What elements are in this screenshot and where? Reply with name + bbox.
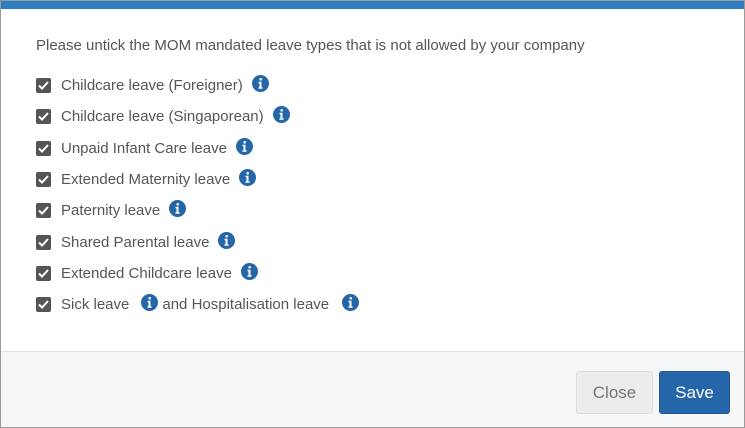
checkbox-extended-childcare[interactable]: [36, 265, 51, 281]
leave-label: Childcare leave (Foreigner): [61, 77, 243, 95]
checkbox-extended-maternity[interactable]: [36, 172, 51, 188]
dialog-header-bar: [1, 1, 744, 9]
info-icon[interactable]: [239, 169, 257, 187]
instruction-text: Please untick the MOM mandated leave typ…: [36, 37, 585, 54]
leave-row-childcare-singaporean: Childcare leave (Singaporean): [36, 101, 359, 132]
checkbox-paternity[interactable]: [36, 203, 51, 219]
hospitalisation-leave-label: and Hospitalisation leave: [162, 296, 330, 314]
save-button[interactable]: Save: [659, 371, 730, 414]
leave-label: Shared Parental leave: [61, 233, 210, 251]
leave-types-dialog: Please untick the MOM mandated leave typ…: [0, 0, 745, 428]
hospitalisation-info-icon[interactable]: [342, 294, 360, 312]
leave-row-extended-childcare: Extended Childcare leave: [36, 258, 359, 289]
leave-type-list: Childcare leave (Foreigner) Childcare le…: [36, 70, 360, 320]
leave-row-paternity: Paternity leave: [36, 195, 359, 226]
info-icon[interactable]: [272, 106, 290, 124]
checkbox-childcare-foreigner[interactable]: [36, 78, 51, 94]
info-icon[interactable]: [251, 75, 269, 93]
close-button[interactable]: Close: [576, 371, 653, 414]
leave-row-extended-maternity: Extended Maternity leave: [36, 164, 359, 195]
leave-label: Unpaid Infant Care leave: [61, 139, 227, 157]
leave-label: Extended Maternity leave: [61, 171, 231, 189]
info-icon[interactable]: [235, 137, 253, 155]
leave-label: Extended Childcare leave: [61, 264, 232, 282]
checkbox-unpaid-infant-care[interactable]: [36, 140, 51, 156]
checkbox-childcare-singaporean[interactable]: [36, 109, 51, 125]
checkbox-sick-hospitalisation[interactable]: [36, 297, 51, 313]
leave-label: Paternity leave: [61, 202, 161, 220]
leave-row-shared-parental: Shared Parental leave: [36, 226, 359, 257]
leave-row-sick-hospitalisation: Sick leave and Hospitalisation leave: [36, 289, 360, 320]
info-icon[interactable]: [218, 231, 236, 249]
info-icon[interactable]: [240, 262, 258, 280]
sick-leave-info-icon[interactable]: [141, 294, 159, 312]
checkbox-shared-parental[interactable]: [36, 234, 51, 250]
dialog-body: Please untick the MOM mandated leave typ…: [1, 9, 744, 351]
leave-row-childcare-foreigner: Childcare leave (Foreigner): [36, 70, 359, 101]
leave-label: Childcare leave (Singaporean): [61, 108, 264, 126]
info-icon[interactable]: [169, 200, 187, 218]
sick-leave-label: Sick leave: [61, 296, 130, 314]
dialog-footer: Close Save: [1, 351, 744, 427]
leave-row-unpaid-infant-care: Unpaid Infant Care leave: [36, 133, 359, 164]
